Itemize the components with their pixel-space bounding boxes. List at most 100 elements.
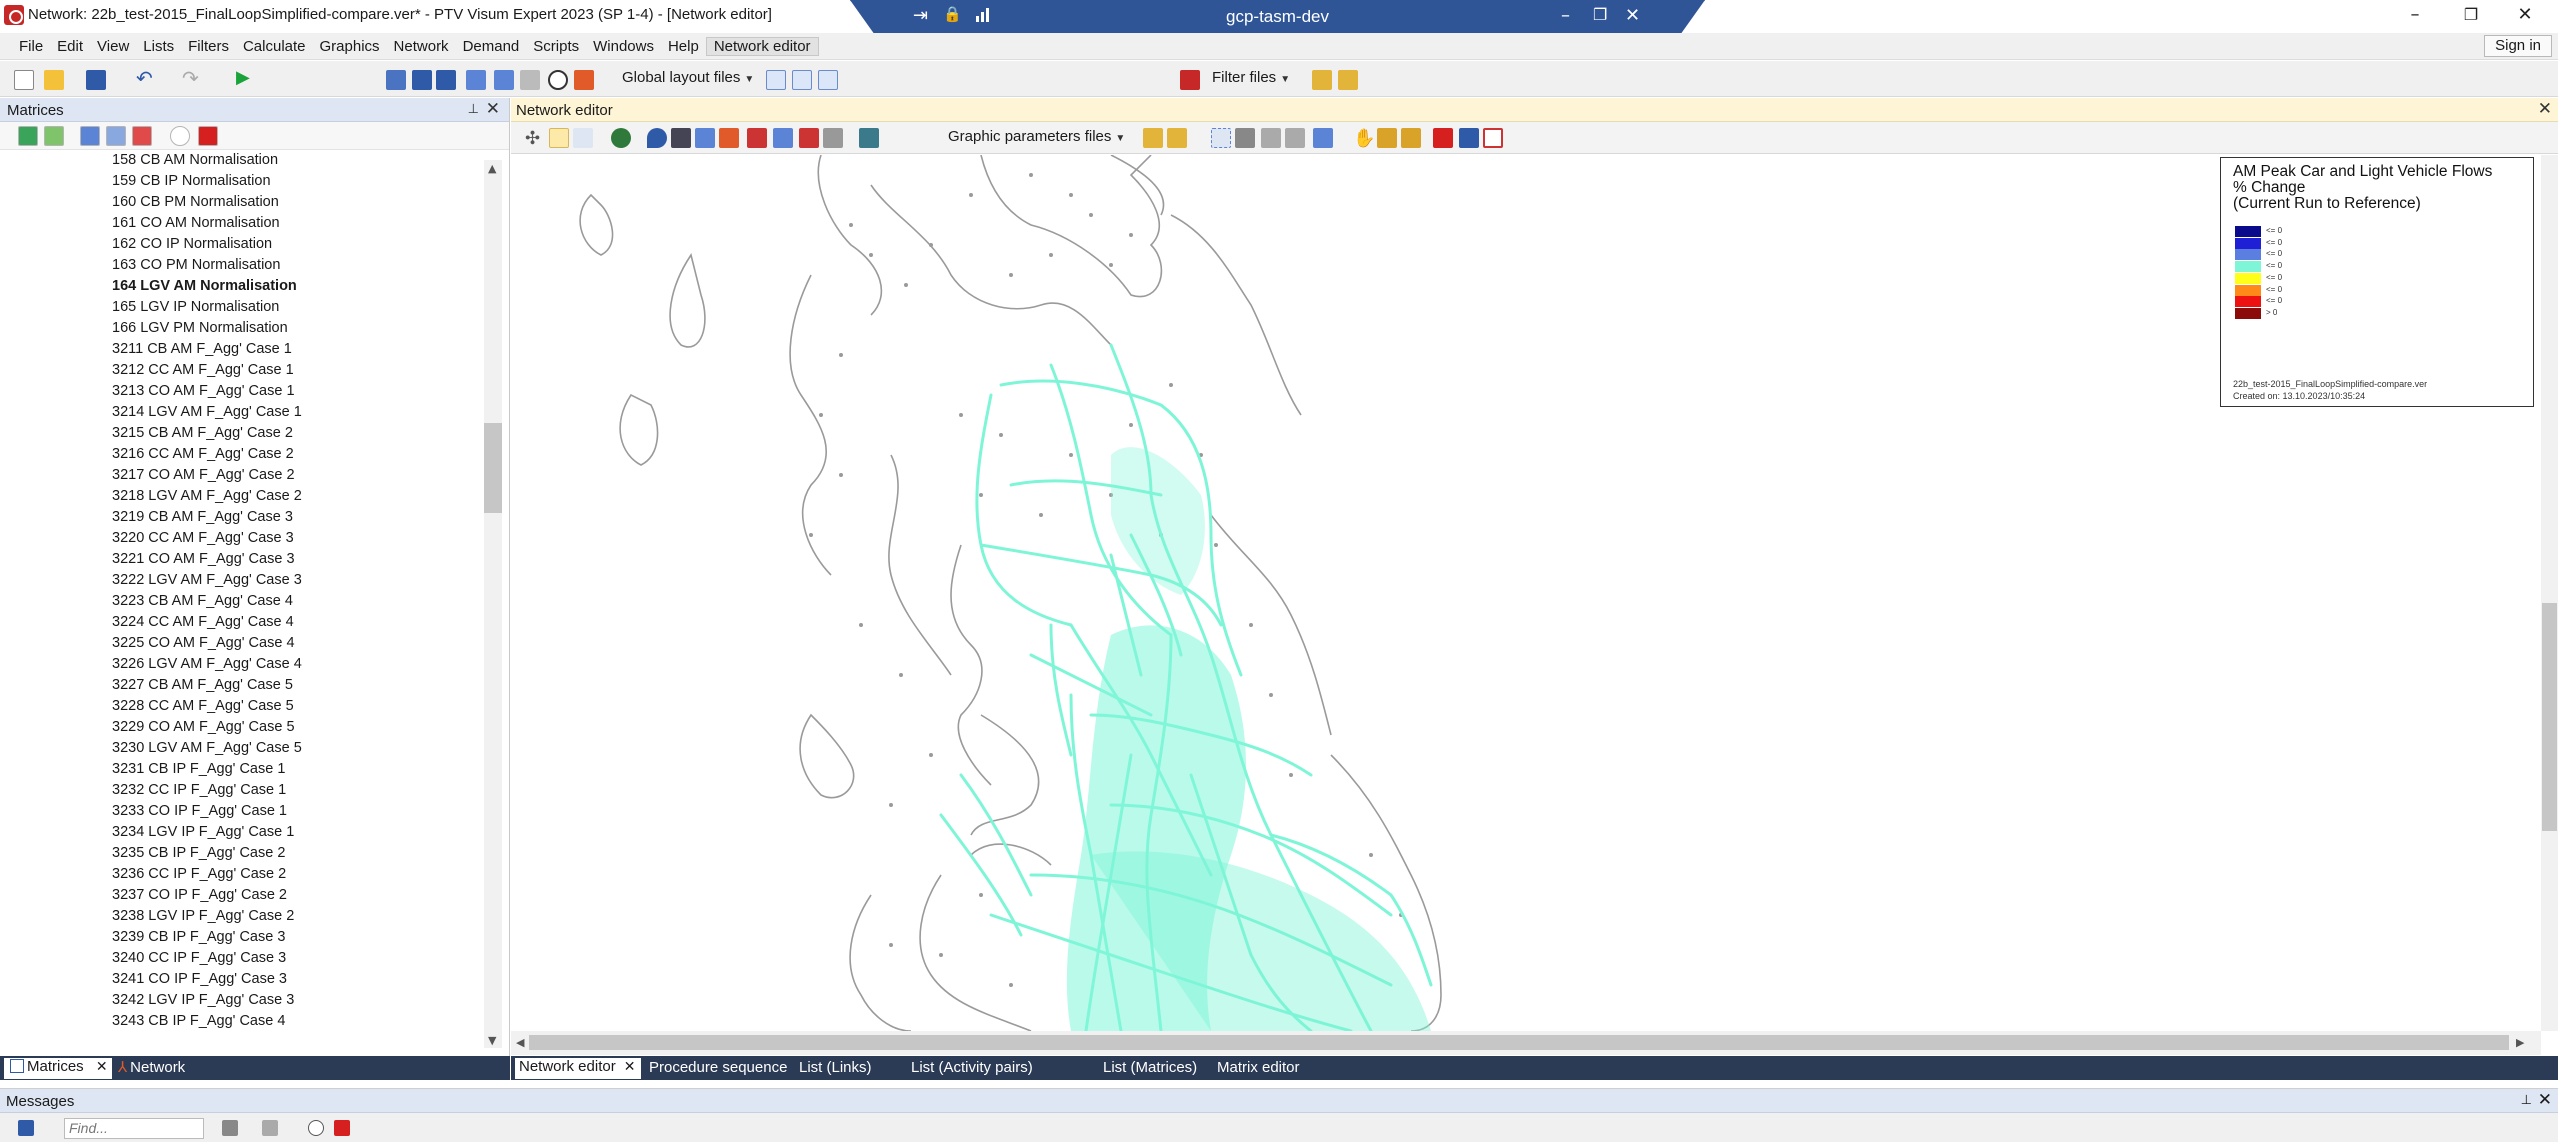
tab-list-matrices[interactable]: List (Matrices) [1103,1059,1197,1080]
global-layout-files-dropdown[interactable]: Global layout files ▼ [622,69,754,86]
measure-icon[interactable] [1377,128,1397,148]
network-map[interactable]: AM Peak Car and Light Vehicle Flows % Ch… [511,155,2541,1031]
menu-item-scripts[interactable]: Scripts [526,38,586,55]
matrix-list-item[interactable]: 3240 CC IP F_Agg' Case 3 [112,950,286,971]
matrix-list-item[interactable]: 166 LGV PM Normalisation [112,320,288,341]
matrix-list-item[interactable]: 3232 CC IP F_Agg' Case 1 [112,782,286,803]
matrices-scroll-thumb[interactable] [484,423,502,513]
filter-icon[interactable] [1180,70,1200,90]
edit-matrix-icon[interactable] [80,126,100,146]
menu-item-help[interactable]: Help [661,38,706,55]
tab-network[interactable]: ⅄ Network [118,1058,185,1079]
new-file-icon[interactable] [14,70,34,90]
matrix-list-item[interactable]: 3224 CC AM F_Agg' Case 4 [112,614,294,635]
matrix-list-item[interactable]: 3215 CB AM F_Agg' Case 2 [112,425,293,446]
matrix-list-item[interactable]: 3241 CO IP F_Agg' Case 3 [112,971,287,992]
matrix-list-item[interactable]: 3218 LGV AM F_Agg' Case 2 [112,488,302,509]
matrix-list-item[interactable]: 162 CO IP Normalisation [112,236,272,257]
stop-icon[interactable] [334,1120,350,1136]
filter-files-dropdown[interactable]: Filter files ▼ [1212,69,1290,86]
globe-icon[interactable] [611,128,631,148]
view-icon[interactable] [308,1120,324,1136]
layout-icon-1[interactable] [386,70,406,90]
window-layout-icon-3[interactable] [818,70,838,90]
matrix-list-item[interactable]: 3233 CO IP F_Agg' Case 1 [112,803,287,824]
stop-icon[interactable] [198,126,218,146]
matrix-list-item[interactable]: 3221 CO AM F_Agg' Case 3 [112,551,295,572]
vertical-scroll-thumb[interactable] [2542,603,2557,831]
pin-icon[interactable]: ⊥ [468,101,479,117]
print-icon[interactable] [823,128,843,148]
zoom-extent-icon[interactable] [1313,128,1333,148]
pencil-icon[interactable] [1401,128,1421,148]
network-editor-horizontal-scrollbar[interactable]: ◀ ▶ [511,1031,2541,1055]
binoculars-icon[interactable] [671,128,691,148]
matrix-list-item[interactable]: 3213 CO AM F_Agg' Case 1 [112,383,295,404]
location-icon[interactable] [647,128,667,148]
tab-network-editor[interactable]: Network editor ✕ [515,1058,642,1079]
window-layout-icon-1[interactable] [766,70,786,90]
window-layout-icon-2[interactable] [792,70,812,90]
matrix-list-item[interactable]: 3214 LGV AM F_Agg' Case 1 [112,404,302,425]
matrix-list-item[interactable]: 3228 CC AM F_Agg' Case 5 [112,698,294,719]
menu-item-file[interactable]: File [12,38,50,55]
scroll-left-icon[interactable]: ◀ [516,1036,524,1049]
add-formula-matrix-icon[interactable] [44,126,64,146]
circle-icon[interactable] [548,70,568,90]
minimize-window-button[interactable]: – [2390,2,2440,28]
run-procedure-icon[interactable]: ▶ [236,67,256,87]
close-icon[interactable]: ✕ [624,1058,636,1074]
network-editor-vertical-scrollbar[interactable] [2541,155,2558,1031]
menu-item-edit[interactable]: Edit [50,38,90,55]
matrix-list-item[interactable]: 3217 CO AM F_Agg' Case 2 [112,467,295,488]
matrix-list-item[interactable]: 3212 CC AM F_Agg' Case 1 [112,362,294,383]
delete-matrix-icon[interactable] [132,126,152,146]
layers-icon[interactable] [719,128,739,148]
matrix-list-item[interactable]: 164 LGV AM Normalisation [112,278,297,299]
record-icon[interactable] [1433,128,1453,148]
menu-item-lists[interactable]: Lists [136,38,181,55]
matrix-list-item[interactable]: 3239 CB IP F_Agg' Case 3 [112,929,285,950]
binoculars-icon[interactable] [222,1120,238,1136]
matrix-list-item[interactable]: 3226 LGV AM F_Agg' Case 4 [112,656,302,677]
matrix-list-item[interactable]: 3235 CB IP F_Agg' Case 2 [112,845,285,866]
layout-icon-3[interactable] [494,70,514,90]
matrix-list-item[interactable]: 3225 CO AM F_Agg' Case 4 [112,635,295,656]
matrix-list-item[interactable]: 3230 LGV AM F_Agg' Case 5 [112,740,302,761]
open-folder-icon[interactable] [44,70,64,90]
menu-item-graphics[interactable]: Graphics [313,38,387,55]
close-icon[interactable]: ✕ [96,1058,108,1074]
menu-item-network-editor[interactable]: Network editor [705,37,819,56]
close-icon[interactable]: ✕ [486,99,500,119]
graphic-parameters-files-dropdown[interactable]: Graphic parameters files ▼ [948,128,1125,145]
remote-minimize-button[interactable]: – [1561,5,1570,26]
scroll-down-icon[interactable]: ▼ [488,1034,496,1047]
filter-save-icon[interactable] [1338,70,1358,90]
messages-filter-icon[interactable] [18,1120,34,1136]
matrix-list-item[interactable]: 3220 CC AM F_Agg' Case 3 [112,530,294,551]
filter-icon-2[interactable] [773,128,793,148]
close-icon[interactable]: ✕ [2538,1090,2552,1110]
zoom-tool-icon[interactable] [1235,128,1255,148]
menu-item-windows[interactable]: Windows [586,38,661,55]
menu-item-network[interactable]: Network [387,38,456,55]
filter-open-icon[interactable] [1312,70,1332,90]
pin-icon[interactable]: ⊥ [2521,1092,2532,1108]
tab-list-links[interactable]: List (Links) [799,1059,872,1080]
gpa-open-icon[interactable] [1143,128,1163,148]
filter-clear-icon[interactable] [799,128,819,148]
layout-icon-2[interactable] [466,70,486,90]
horizontal-scroll-thumb[interactable] [529,1035,2509,1050]
matrix-list-item[interactable]: 3242 LGV IP F_Agg' Case 3 [112,992,294,1013]
matrix-list-item[interactable]: 3219 CB AM F_Agg' Case 3 [112,509,293,530]
list-icon[interactable] [695,128,715,148]
matrix-view-icon[interactable] [170,126,190,146]
hand-icon[interactable]: ✋ [1353,128,1375,148]
remote-restore-button[interactable]: ❐ [1593,5,1607,24]
matrix-list-item[interactable]: 3211 CB AM F_Agg' Case 1 [112,341,292,362]
matrix-list-item[interactable]: 3222 LGV AM F_Agg' Case 3 [112,572,302,593]
gpa-save-icon[interactable] [1167,128,1187,148]
select-pointer-icon[interactable] [549,128,569,148]
tools-icon[interactable] [262,1120,278,1136]
remote-close-button[interactable]: ✕ [1625,5,1640,26]
